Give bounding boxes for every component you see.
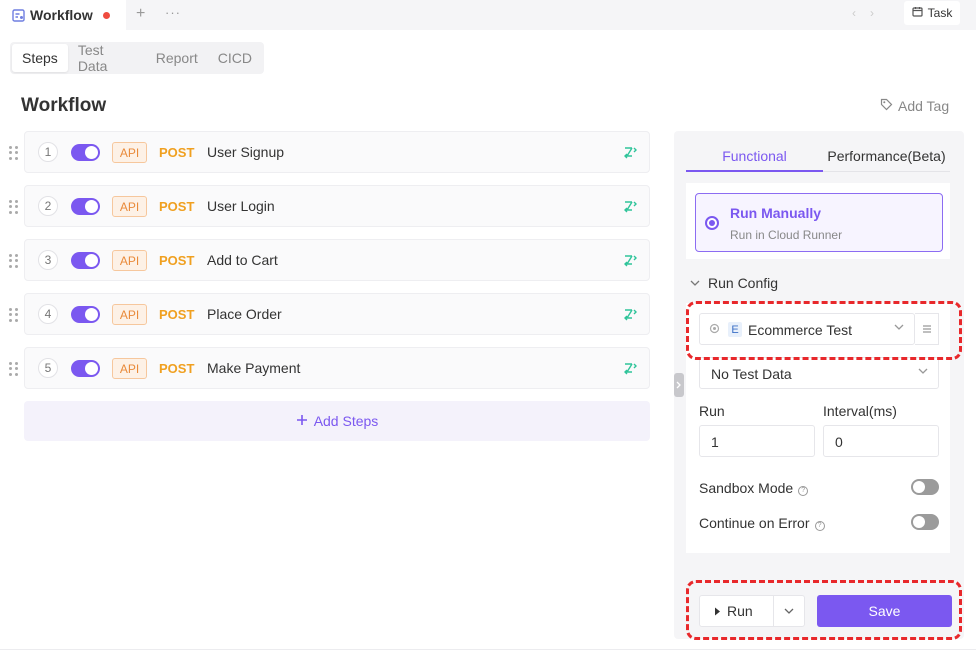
tab-bar: Workflow + ··· ‹ › Task (0, 0, 976, 30)
sandbox-mode-text: Sandbox Mode (699, 480, 794, 496)
continue-on-error-text: Continue on Error (699, 515, 810, 531)
step-enable-toggle[interactable] (71, 252, 100, 269)
tab-workflow[interactable]: Workflow (0, 0, 126, 30)
api-badge: API (112, 304, 147, 325)
drag-handle-icon[interactable] (9, 362, 19, 376)
task-label: Task (927, 6, 953, 20)
highlight-environment (686, 301, 962, 360)
run-manually-option[interactable]: Run Manually Run in Cloud Runner (695, 193, 943, 252)
test-data-value: No Test Data (711, 366, 792, 382)
next-tab-icon[interactable]: › (870, 6, 874, 20)
api-badge: API (112, 250, 147, 271)
prev-tab-icon[interactable]: ‹ (852, 6, 856, 20)
step-name: Make Payment (207, 360, 301, 376)
continue-on-error-label: Continue on Error? (699, 515, 825, 531)
step-row[interactable]: 3 API POST Add to Cart (9, 239, 650, 281)
step-enable-toggle[interactable] (71, 144, 100, 161)
workflow-icon (12, 8, 25, 22)
plus-icon (296, 413, 308, 429)
step-number: 2 (38, 196, 58, 216)
add-tab-button[interactable]: + (136, 5, 145, 23)
http-method: POST (159, 253, 195, 268)
tab-functional[interactable]: Functional (686, 140, 823, 172)
run-count-label: Run (699, 403, 725, 419)
drag-handle-icon[interactable] (9, 254, 19, 268)
run-mode-subtitle: Run in Cloud Runner (730, 228, 843, 242)
sandbox-mode-label: Sandbox Mode? (699, 480, 809, 496)
tab-performance[interactable]: Performance(Beta) (823, 140, 950, 172)
run-count-input[interactable]: 1 (699, 425, 815, 457)
add-tag-label: Add Tag (898, 98, 950, 114)
step-row[interactable]: 1 API POST User Signup (9, 131, 650, 173)
step-number: 4 (38, 304, 58, 324)
unsaved-dot (102, 11, 110, 19)
linked-case-icon[interactable] (623, 145, 637, 159)
linked-case-icon[interactable] (623, 253, 637, 267)
linked-case-icon[interactable] (623, 199, 637, 213)
test-data-select[interactable]: No Test Data (699, 357, 939, 389)
subtabs: Steps Test Data Report CICD (10, 42, 264, 74)
api-badge: API (112, 358, 147, 379)
http-method: POST (159, 199, 195, 214)
continue-on-error-toggle[interactable] (911, 514, 939, 530)
interval-label: Interval(ms) (823, 403, 897, 419)
chevron-down-icon (690, 278, 700, 289)
tab-steps[interactable]: Steps (12, 44, 68, 72)
step-row[interactable]: 2 API POST User Login (9, 185, 650, 227)
tab-nav: ‹ › (852, 6, 874, 20)
http-method: POST (159, 307, 195, 322)
chevron-right-icon (676, 381, 681, 389)
task-button[interactable]: Task (904, 1, 960, 25)
step-enable-toggle[interactable] (71, 360, 100, 377)
collapse-panel-handle[interactable] (674, 373, 684, 397)
tab-cicd[interactable]: CICD (208, 44, 262, 72)
http-method: POST (159, 361, 195, 376)
run-config-toggle[interactable]: Run Config (690, 275, 778, 291)
radio-selected-icon[interactable] (705, 216, 719, 230)
divider (0, 649, 976, 650)
step-name: Place Order (207, 306, 282, 322)
help-icon[interactable]: ? (798, 485, 809, 496)
step-enable-toggle[interactable] (71, 198, 100, 215)
add-steps-label: Add Steps (313, 413, 379, 429)
page-title: Workflow (21, 95, 107, 116)
http-method: POST (159, 145, 195, 160)
step-number: 3 (38, 250, 58, 270)
drag-handle-icon[interactable] (9, 308, 19, 322)
step-row[interactable]: 4 API POST Place Order (9, 293, 650, 335)
chevron-down-icon (918, 366, 928, 377)
drag-handle-icon[interactable] (9, 200, 19, 214)
tab-test-data[interactable]: Test Data (68, 42, 146, 74)
step-number: 5 (38, 358, 58, 378)
tab-report[interactable]: Report (146, 44, 208, 72)
run-mode-title: Run Manually (730, 205, 822, 221)
more-tabs-button[interactable]: ··· (165, 5, 181, 20)
step-name: User Signup (207, 144, 285, 160)
api-badge: API (112, 142, 147, 163)
help-icon[interactable]: ? (814, 520, 825, 531)
linked-case-icon[interactable] (623, 361, 637, 375)
step-row[interactable]: 5 API POST Make Payment (9, 347, 650, 389)
add-tag-button[interactable]: Add Tag (880, 98, 949, 114)
step-number: 1 (38, 142, 58, 162)
panel-tabs: Functional Performance(Beta) (686, 140, 950, 172)
tab-title: Workflow (30, 7, 93, 23)
tag-icon (880, 98, 893, 114)
linked-case-icon[interactable] (623, 307, 637, 321)
run-config-label: Run Config (708, 275, 779, 291)
step-name: User Login (207, 198, 275, 214)
sandbox-mode-toggle[interactable] (911, 479, 939, 495)
highlight-actions (686, 580, 962, 640)
calendar-icon (912, 6, 923, 20)
api-badge: API (112, 196, 147, 217)
step-enable-toggle[interactable] (71, 306, 100, 323)
step-name: Add to Cart (207, 252, 278, 268)
drag-handle-icon[interactable] (9, 146, 19, 160)
interval-input[interactable]: 0 (823, 425, 939, 457)
add-steps-button[interactable]: Add Steps (24, 401, 650, 441)
